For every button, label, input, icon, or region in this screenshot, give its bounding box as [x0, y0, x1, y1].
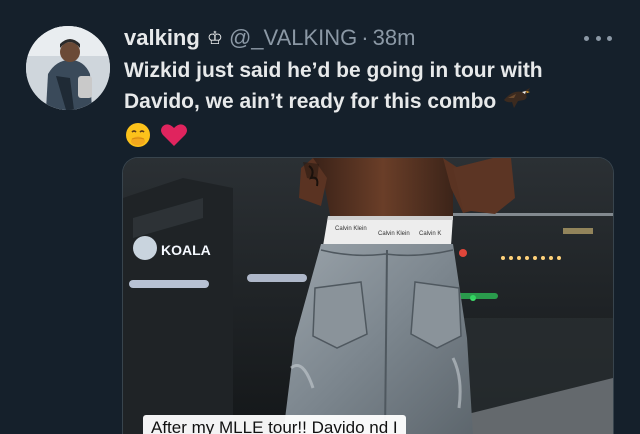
- eagle-icon: [502, 86, 532, 119]
- display-name[interactable]: valking: [124, 24, 200, 52]
- tweet-media[interactable]: KOALA Calvin Klein Calvin Klein Calvin K…: [122, 157, 614, 434]
- more-horizontal-icon[interactable]: [584, 28, 612, 48]
- separator-dot: ·: [361, 25, 369, 50]
- crown-icon: ♔: [206, 28, 223, 48]
- tweet-body: Wizkid just said he’d be going in tour w…: [124, 59, 543, 114]
- hand-over-mouth-icon: [124, 121, 152, 158]
- svg-text:Calvin Klein: Calvin Klein: [335, 226, 367, 232]
- avatar-image: [26, 26, 110, 110]
- tweet-text: Wizkid just said he’d be going in tour w…: [124, 56, 624, 158]
- media-photo: KOALA Calvin Klein Calvin Klein Calvin K: [123, 158, 613, 434]
- avatar[interactable]: [26, 26, 110, 110]
- timestamp[interactable]: 38m: [373, 24, 416, 52]
- tweet-header: valking ♔ @_VALKING · 38m: [124, 24, 415, 52]
- svg-text:Calvin K: Calvin K: [419, 231, 441, 237]
- user-handle[interactable]: @_VALKING: [229, 24, 357, 52]
- red-heart-icon: [160, 122, 188, 157]
- svg-text:Calvin Klein: Calvin Klein: [378, 231, 410, 237]
- tweet[interactable]: valking ♔ @_VALKING · 38m Wizkid just sa…: [0, 0, 640, 434]
- video-caption: After my MLLE tour!! Davido nd I: [143, 415, 406, 434]
- koala-sign-text: KOALA: [161, 242, 211, 258]
